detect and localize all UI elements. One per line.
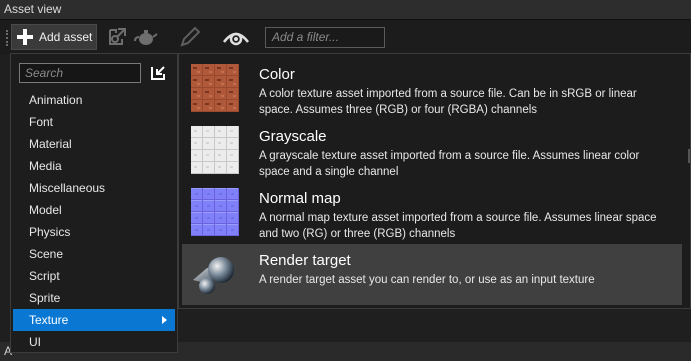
texture-option-title: Render target [259, 252, 351, 269]
menu-item-miscellaneous[interactable]: Miscellaneous [13, 177, 175, 199]
window-title: Asset view [0, 0, 691, 20]
grayscale-texture-thumbnail-icon [191, 126, 239, 174]
toolbar-grip[interactable] [6, 30, 9, 46]
menu-item-label: Model [29, 203, 62, 217]
color-texture-thumbnail-icon [191, 64, 239, 112]
render-target-thumbnail-icon [193, 257, 234, 294]
texture-submenu: Color A color texture asset imported fro… [178, 53, 691, 309]
menu-item-animation[interactable]: Animation [13, 89, 175, 111]
texture-option-title: Normal map [259, 190, 341, 207]
plus-icon [16, 28, 34, 46]
add-asset-button[interactable]: Add asset [11, 24, 97, 50]
texture-option-description: A color texture asset imported from a so… [259, 88, 637, 116]
search-input[interactable]: Search [19, 63, 141, 83]
menu-item-physics[interactable]: Physics [13, 221, 175, 243]
texture-option-render-target[interactable]: Render target A render target asset you … [182, 244, 682, 305]
texture-option-grayscale[interactable]: Grayscale A grayscale texture asset impo… [182, 120, 682, 181]
menu-item-label: UI [29, 335, 41, 349]
menu-item-material[interactable]: Material [13, 133, 175, 155]
import-icon[interactable] [104, 26, 128, 48]
menu-item-label: Texture [29, 313, 69, 327]
menu-item-script[interactable]: Script [13, 265, 175, 287]
texture-option-color[interactable]: Color A color texture asset imported fro… [182, 58, 682, 119]
normal-map-thumbnail-icon [191, 188, 239, 236]
scrollbar-thumb[interactable] [688, 149, 690, 163]
add-asset-menu: Search Animation Font Material Media Mis… [10, 53, 178, 353]
menu-item-label: Script [29, 269, 60, 283]
menu-item-ui[interactable]: UI [13, 331, 175, 353]
texture-option-description: A render target asset you can render to,… [259, 274, 595, 286]
menu-item-label: Media [29, 159, 62, 173]
texture-option-title: Color [259, 66, 295, 83]
teapot-icon[interactable] [134, 26, 158, 48]
menu-item-font[interactable]: Font [13, 111, 175, 133]
menu-item-label: Font [29, 115, 54, 129]
menu-item-label: Animation [29, 93, 83, 107]
view-eye-icon[interactable] [222, 26, 250, 48]
category-list: Animation Font Material Media Miscellane… [13, 89, 175, 353]
menu-item-label: Physics [29, 225, 71, 239]
texture-option-normal-map[interactable]: Normal map A normal map texture asset im… [182, 182, 682, 243]
menu-item-label: Sprite [29, 291, 61, 305]
asset-view-window: Asset view Add asset Add a filter... A S… [0, 0, 691, 361]
pencil-icon[interactable] [178, 26, 202, 48]
texture-option-description: A grayscale texture asset imported from … [259, 150, 640, 178]
filter-input[interactable]: Add a filter... [265, 27, 385, 48]
menu-item-media[interactable]: Media [13, 155, 175, 177]
menu-item-texture[interactable]: Texture [13, 309, 175, 331]
menu-item-label: Miscellaneous [29, 181, 106, 195]
menu-item-scene[interactable]: Scene [13, 243, 175, 265]
menu-item-label: Scene [29, 247, 64, 261]
toolbar: Add asset Add a filter... [0, 21, 691, 53]
collapse-arrow-icon[interactable] [150, 65, 166, 81]
menu-item-sprite[interactable]: Sprite [13, 287, 175, 309]
menu-item-model[interactable]: Model [13, 199, 175, 221]
texture-option-description: A normal map texture asset imported from… [259, 212, 657, 240]
add-asset-label: Add asset [39, 30, 93, 44]
submenu-arrow-icon [162, 316, 167, 324]
texture-option-title: Grayscale [259, 128, 327, 145]
menu-item-label: Material [29, 137, 72, 151]
